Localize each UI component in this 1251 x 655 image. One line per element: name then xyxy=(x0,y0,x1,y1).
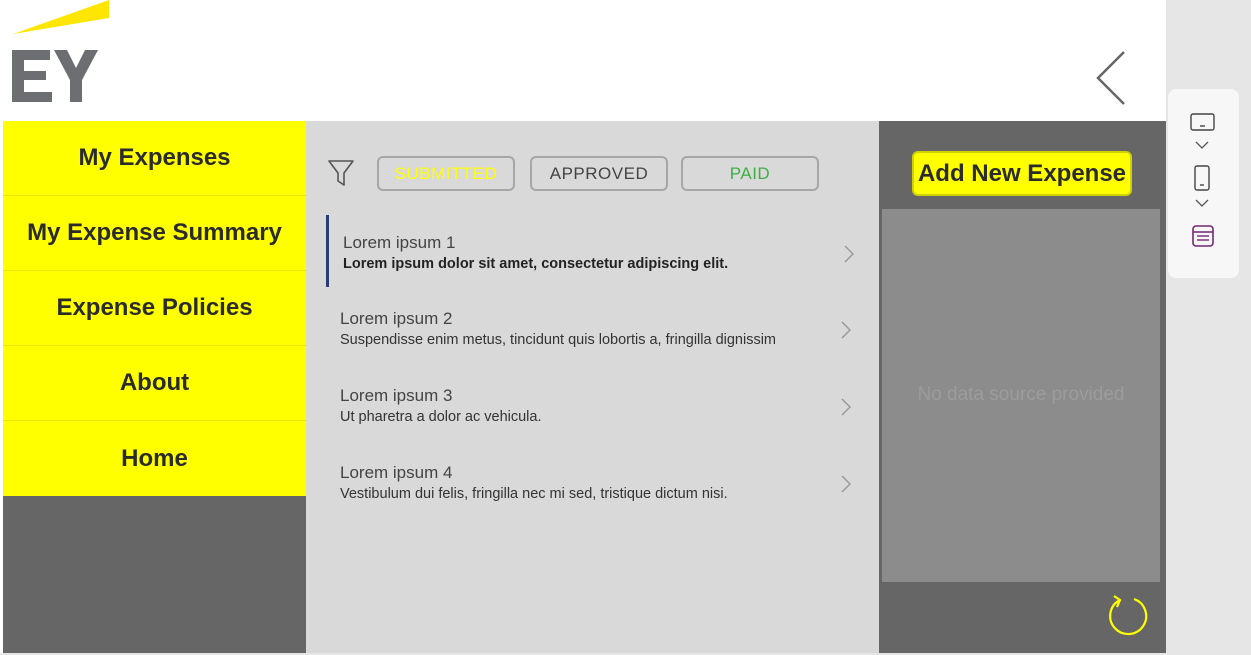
item-subtitle: Lorem ipsum dolor sit amet, consectetur … xyxy=(343,256,729,272)
list-item[interactable]: Lorem ipsum 4 Vestibulum dui felis, frin… xyxy=(326,445,856,517)
nav-expense-policies[interactable]: Expense Policies xyxy=(3,271,306,346)
chevron-right-icon xyxy=(844,245,854,263)
item-title: Lorem ipsum 4 xyxy=(340,463,453,482)
chevron-right-icon xyxy=(841,321,851,339)
list-item[interactable]: Lorem ipsum 3 Ut pharetra a dolor ac veh… xyxy=(326,368,856,440)
nav-my-expenses[interactable]: My Expenses xyxy=(3,121,306,196)
ey-logo xyxy=(10,0,110,104)
phone-icon[interactable] xyxy=(1193,165,1211,191)
expense-gallery: No data source provided xyxy=(882,209,1160,582)
filter-paid-button[interactable]: PAID xyxy=(681,156,819,191)
item-title: Lorem ipsum 3 xyxy=(340,386,453,405)
nav-my-expense-summary[interactable]: My Expense Summary xyxy=(3,196,306,271)
side-toolbar xyxy=(1168,89,1239,278)
nav-home[interactable]: Home xyxy=(3,421,306,496)
filter-approved-button[interactable]: APPROVED xyxy=(530,156,668,191)
item-subtitle: Vestibulum dui felis, fringilla nec mi s… xyxy=(340,486,728,502)
refresh-icon xyxy=(1109,595,1148,636)
header xyxy=(0,0,1166,121)
tablet-landscape-icon[interactable] xyxy=(1190,112,1215,132)
app-canvas: My Expenses My Expense Summary Expense P… xyxy=(0,0,1166,653)
list-item[interactable]: Lorem ipsum 1 Lorem ipsum dolor sit amet… xyxy=(326,215,856,287)
expense-list-panel: SUBMITTED APPROVED PAID Lorem ipsum 1 Lo… xyxy=(306,121,879,653)
item-title: Lorem ipsum 2 xyxy=(340,309,453,328)
filter-submitted-button[interactable]: SUBMITTED xyxy=(377,156,515,191)
refresh-button[interactable] xyxy=(1108,594,1150,636)
chevron-down-icon[interactable] xyxy=(1195,199,1209,208)
filter-icon[interactable] xyxy=(328,159,354,187)
sidebar: My Expenses My Expense Summary Expense P… xyxy=(3,121,306,653)
back-button[interactable] xyxy=(1092,48,1136,110)
chevron-right-icon xyxy=(841,475,851,493)
right-panel: Add New Expense No data source provided xyxy=(879,121,1166,653)
chevron-down-icon[interactable] xyxy=(1195,141,1209,150)
add-new-expense-button[interactable]: Add New Expense xyxy=(912,151,1132,196)
form-icon[interactable] xyxy=(1192,225,1214,247)
chevron-right-icon xyxy=(841,398,851,416)
item-subtitle: Suspendisse enim metus, tincidunt quis l… xyxy=(340,332,777,348)
item-subtitle: Ut pharetra a dolor ac vehicula. xyxy=(340,409,542,425)
list-item[interactable]: Lorem ipsum 2 Suspendisse enim metus, ti… xyxy=(326,291,856,363)
chevron-left-icon xyxy=(1096,51,1125,105)
empty-gallery-text: No data source provided xyxy=(917,383,1125,405)
nav-about[interactable]: About xyxy=(3,346,306,421)
item-title: Lorem ipsum 1 xyxy=(343,233,456,252)
